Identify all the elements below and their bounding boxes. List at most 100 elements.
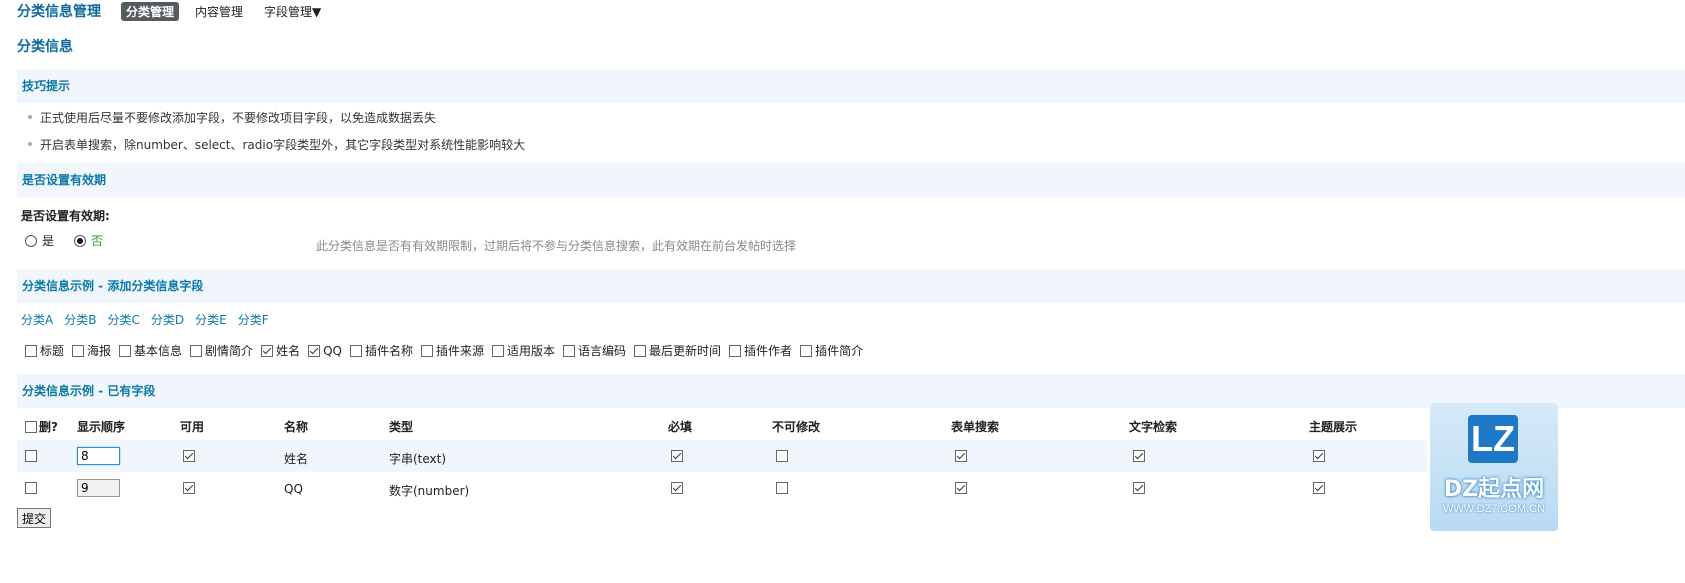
field-option[interactable]: QQ <box>308 344 342 358</box>
field-checkbox[interactable] <box>119 344 132 357</box>
field-option[interactable]: 海报 <box>72 342 111 359</box>
watermark-url: WWW.DZ7.COM.CN <box>1442 503 1546 515</box>
watermark-logo: LZ <box>1468 415 1518 463</box>
field-checkbox[interactable] <box>72 344 85 357</box>
row1-subject-show-checkbox[interactable] <box>1313 450 1325 462</box>
expiry-yes-label[interactable]: 是 <box>42 232 54 249</box>
field-checkbox[interactable] <box>261 344 274 357</box>
available-column-header: 可用 <box>180 420 205 434</box>
row2-readonly-checkbox[interactable] <box>776 482 788 494</box>
field-option[interactable]: 适用版本 <box>492 342 555 359</box>
nav-content-manage[interactable]: 内容管理 <box>190 2 248 21</box>
field-option[interactable]: 基本信息 <box>119 342 182 359</box>
field-option[interactable]: 插件简介 <box>800 342 863 359</box>
field-option[interactable]: 标题 <box>25 342 64 359</box>
row1-delete-checkbox[interactable] <box>25 450 37 462</box>
category-link-d[interactable]: 分类D <box>151 311 184 328</box>
category-links: 分类A 分类B 分类C 分类D 分类E 分类F <box>21 311 280 328</box>
text-search-column-header: 文字检索 <box>1129 420 1178 434</box>
tip-item-2: 开启表单搜索，除number、select、radio字段类型外，其它字段类型对… <box>27 138 526 152</box>
select-all-checkbox[interactable] <box>25 420 37 433</box>
tip-item-1: 正式使用后尽量不要修改添加字段，不要修改项目字段，以免造成数据丢失 <box>27 111 437 125</box>
field-checkbox[interactable] <box>634 344 647 357</box>
field-label: 插件来源 <box>435 344 484 358</box>
field-checkbox[interactable] <box>729 344 742 357</box>
delete-column-header: 删? <box>25 418 58 435</box>
expiry-heading: 是否设置有效期 <box>17 163 1685 197</box>
field-checkbox[interactable] <box>25 344 37 357</box>
field-label: 插件名称 <box>364 344 413 358</box>
site-watermark: LZ DZ起点网 WWW.DZ7.COM.CN <box>1430 403 1558 531</box>
field-checkbox[interactable] <box>190 344 203 357</box>
field-checkbox[interactable] <box>308 344 321 357</box>
row2-form-search-checkbox[interactable] <box>955 482 967 494</box>
row1-text-search-checkbox[interactable] <box>1133 450 1145 462</box>
submit-button[interactable]: 提交 <box>17 508 52 528</box>
category-link-f[interactable]: 分类F <box>238 311 269 328</box>
field-label: 插件作者 <box>744 344 793 358</box>
delete-column-label: 删? <box>39 420 58 434</box>
field-option[interactable]: 插件名称 <box>349 342 413 359</box>
row2-required-checkbox[interactable] <box>671 482 683 494</box>
field-checkbox[interactable] <box>420 344 433 357</box>
row1-required-checkbox[interactable] <box>671 450 683 462</box>
field-label: 姓名 <box>276 344 301 358</box>
field-option[interactable]: 剧情简介 <box>190 342 253 359</box>
expiry-radio-group: 是 否 <box>25 232 123 249</box>
field-option[interactable]: 语言编码 <box>563 342 626 359</box>
nav-field-manage[interactable]: 字段管理▼ <box>259 2 326 21</box>
field-label: 基本信息 <box>134 344 183 358</box>
row1-available-checkbox[interactable] <box>183 450 195 462</box>
row2-delete-checkbox[interactable] <box>25 482 37 494</box>
app-title: 分类信息管理 <box>17 4 101 20</box>
row2-type: 数字(number) <box>389 484 470 498</box>
field-label: 剧情简介 <box>205 344 254 358</box>
field-checkbox-list: 标题 海报 基本信息 剧情简介 姓名 QQ 插件名称 插件来源 适用版本 语言编码 最后更新时间 插件… <box>25 342 871 359</box>
category-link-a[interactable]: 分类A <box>21 311 53 328</box>
category-link-e[interactable]: 分类E <box>195 311 227 328</box>
row1-order-input[interactable] <box>77 447 120 465</box>
expiry-label: 是否设置有效期: <box>21 209 110 223</box>
row1-form-search-checkbox[interactable] <box>955 450 967 462</box>
form-search-column-header: 表单搜索 <box>951 420 1000 434</box>
field-label: 海报 <box>87 344 112 358</box>
expiry-no-radio[interactable] <box>74 234 87 247</box>
expiry-no-label[interactable]: 否 <box>91 232 103 249</box>
nav-category-manage[interactable]: 分类管理 <box>121 1 180 21</box>
row1-type: 字串(text) <box>389 452 447 466</box>
required-column-header: 必填 <box>668 420 693 434</box>
row2-name: QQ <box>284 482 303 496</box>
name-column-header: 名称 <box>284 420 309 434</box>
field-checkbox[interactable] <box>563 344 576 357</box>
field-option[interactable]: 插件作者 <box>729 342 792 359</box>
field-label: 标题 <box>40 344 65 358</box>
top-nav: 分类信息管理 分类管理 内容管理 字段管理▼ <box>17 0 337 22</box>
expiry-yes-radio[interactable] <box>25 234 37 247</box>
page-title: 分类信息 <box>17 39 73 55</box>
category-link-b[interactable]: 分类B <box>64 311 96 328</box>
row2-subject-show-checkbox[interactable] <box>1313 482 1325 494</box>
type-column-header: 类型 <box>389 420 414 434</box>
field-checkbox[interactable] <box>349 344 362 357</box>
field-label: 最后更新时间 <box>649 344 722 358</box>
tips-heading: 技巧提示 <box>17 69 1685 103</box>
row1-readonly-checkbox[interactable] <box>776 450 788 462</box>
row2-available-checkbox[interactable] <box>183 482 195 494</box>
field-checkbox[interactable] <box>492 344 504 357</box>
field-label: 插件简介 <box>815 344 864 358</box>
row2-text-search-checkbox[interactable] <box>1133 482 1145 494</box>
field-option[interactable]: 姓名 <box>261 342 300 359</box>
field-option[interactable]: 插件来源 <box>420 342 484 359</box>
example-add-heading: 分类信息示例 - 添加分类信息字段 <box>17 269 1685 303</box>
field-checkbox[interactable] <box>800 344 813 357</box>
field-label: 适用版本 <box>507 344 556 358</box>
order-column-header: 显示顺序 <box>77 420 126 434</box>
category-link-c[interactable]: 分类C <box>107 311 139 328</box>
field-label: 语言编码 <box>578 344 627 358</box>
expiry-hint: 此分类信息是否有有效期限制，过期后将不参与分类信息搜索，此有效期在前台发帖时选择 <box>316 239 797 253</box>
field-label: QQ <box>323 343 342 358</box>
table-row-highlight <box>17 440 1427 472</box>
field-option[interactable]: 最后更新时间 <box>634 342 721 359</box>
row2-order-input[interactable] <box>77 479 120 497</box>
row1-name: 姓名 <box>284 452 309 466</box>
